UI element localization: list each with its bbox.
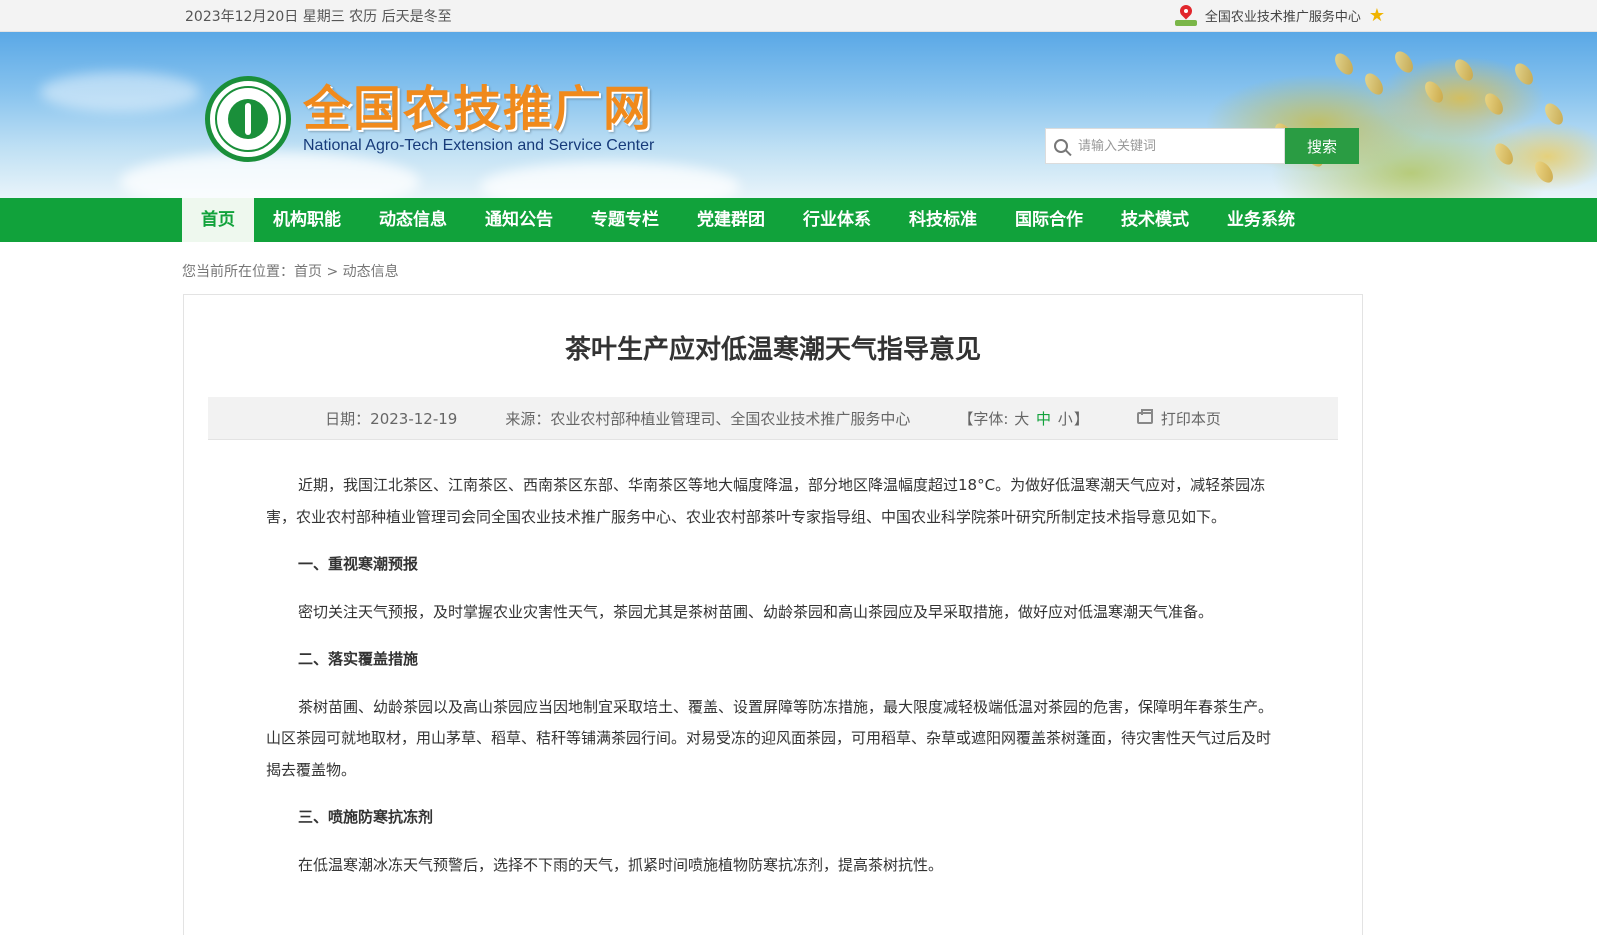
print-page-button[interactable]: 打印本页 — [1136, 408, 1221, 429]
brand-name-cn: 全国农技推广网 — [303, 80, 654, 137]
article-section-heading: 一、重视寒潮预报 — [298, 555, 419, 573]
nav-item-industry[interactable]: 行业体系 — [784, 198, 890, 242]
nav-item-standards[interactable]: 科技标准 — [890, 198, 996, 242]
search-input[interactable] — [1076, 137, 1270, 155]
article-title: 茶叶生产应对低温寒潮天气指导意见 — [564, 335, 981, 365]
wheat-decoration — [977, 32, 1597, 198]
search-icon — [1054, 139, 1068, 153]
site-name-link[interactable]: 全国农业技术推广服务中心 — [1205, 6, 1361, 25]
favorite-star-icon[interactable]: ★ — [1369, 6, 1385, 25]
nav-item-news[interactable]: 动态信息 — [360, 198, 466, 242]
breadcrumb: 您当前所在位置：首页 > 动态信息 — [182, 242, 1382, 294]
top-right: 全国农业技术推广服务中心 ★ — [1174, 2, 1385, 27]
font-size-prefix: 【字体: — [958, 409, 1009, 428]
font-size-medium[interactable]: 中 — [1035, 410, 1052, 428]
font-size-small[interactable]: 小 — [1057, 410, 1074, 428]
brand-name-en: National Agro-Tech Extension and Service… — [303, 137, 655, 155]
top-bar: 2023年12月20日 星期三 农历 后天是冬至 全国农业技术推广服务中心 ★ — [0, 0, 1597, 32]
nav-item-topics[interactable]: 专题专栏 — [572, 198, 678, 242]
header-banner: 全国农技推广网 National Agro-Tech Extension and… — [0, 32, 1597, 198]
article-body: 近期，我国江北茶区、江南茶区、西南茶区东部、华南茶区等地大幅度降温，部分地区降温… — [184, 440, 1362, 881]
nav-item-notices[interactable]: 通知公告 — [466, 198, 572, 242]
breadcrumb-home-link[interactable]: 首页 — [294, 264, 322, 280]
location-pin-icon — [1174, 2, 1197, 27]
breadcrumb-current-link[interactable]: 动态信息 — [343, 264, 399, 280]
printer-icon — [1136, 409, 1153, 424]
site-logo[interactable]: 全国农技推广网 National Agro-Tech Extension and… — [205, 76, 654, 162]
search-button[interactable]: 搜索 — [1285, 128, 1359, 164]
search-box — [1045, 128, 1285, 164]
article-paragraph: 近期，我国江北茶区、江南茶区、西南茶区东部、华南茶区等地大幅度降温，部分地区降温… — [266, 476, 1266, 526]
breadcrumb-prefix: 您当前所在位置： — [182, 264, 294, 280]
font-size-suffix: 】 — [1073, 409, 1089, 428]
article-meta-bar: 日期：2023-12-19 来源：农业农村部种植业管理司、全国农业技术推广服务中… — [208, 397, 1338, 440]
emblem-icon — [205, 76, 291, 162]
article-panel: 茶叶生产应对低温寒潮天气指导意见 日期：2023-12-19 来源：农业农村部种… — [183, 294, 1363, 935]
print-page-label: 打印本页 — [1160, 409, 1221, 428]
article-paragraph: 茶树苗圃、幼龄茶园以及高山茶园应当因地制宜采取培土、覆盖、设置屏障等防冻措施，最… — [266, 697, 1274, 779]
article-date: 日期：2023-12-19 — [325, 409, 458, 428]
nav-item-party[interactable]: 党建群团 — [678, 198, 784, 242]
date-text: 2023年12月20日 星期三 农历 后天是冬至 — [185, 8, 452, 25]
nav-item-functions[interactable]: 机构职能 — [254, 198, 360, 242]
font-size-large[interactable]: 大 — [1013, 410, 1030, 428]
nav-item-home[interactable]: 首页 — [182, 198, 254, 242]
main-nav: 首页 机构职能 动态信息 通知公告 专题专栏 党建群团 行业体系 科技标准 国际… — [0, 198, 1597, 242]
article-section-heading: 二、落实覆盖措施 — [298, 650, 419, 668]
font-size-switcher: 【字体: 大 中 小】 — [958, 408, 1088, 429]
breadcrumb-separator: > — [326, 264, 339, 280]
search-bar: 搜索 — [1045, 128, 1359, 164]
nav-item-international[interactable]: 国际合作 — [996, 198, 1102, 242]
article-paragraph: 密切关注天气预报，及时掌握农业灾害性天气，茶园尤其是茶树苗圃、幼龄茶园和高山茶园… — [298, 602, 1214, 621]
nav-item-tech-models[interactable]: 技术模式 — [1102, 198, 1208, 242]
article-section-heading: 三、喷施防寒抗冻剂 — [298, 808, 434, 826]
article-paragraph: 在低温寒潮冰冻天气预警后，选择不下雨的天气，抓紧时间喷施植物防寒抗冻剂，提高茶树… — [298, 855, 944, 874]
nav-item-business-systems[interactable]: 业务系统 — [1208, 198, 1314, 242]
article-source: 来源：农业农村部种植业管理司、全国农业技术推广服务中心 — [505, 409, 911, 428]
